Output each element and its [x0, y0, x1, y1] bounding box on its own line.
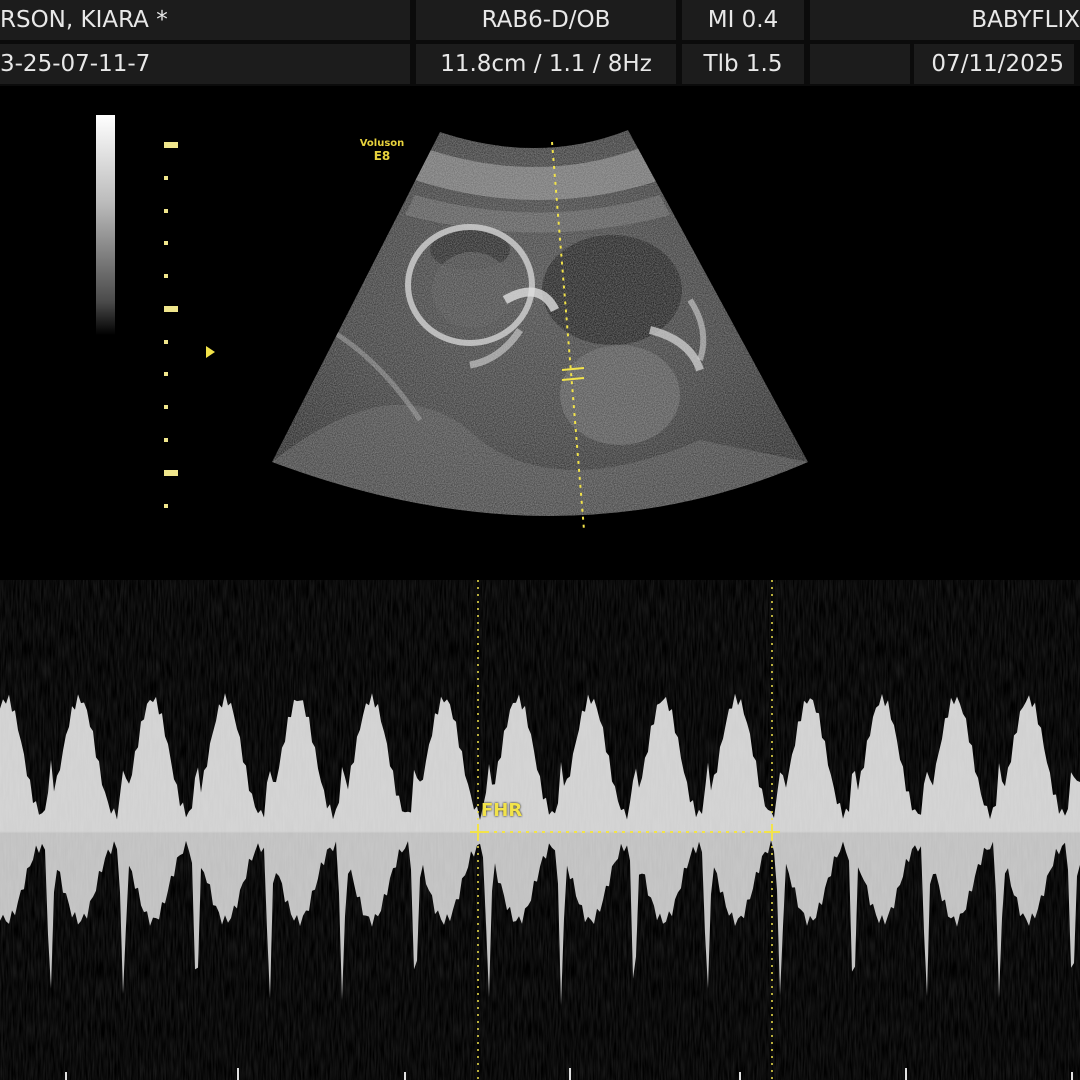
doppler-noise	[0, 580, 1080, 1080]
doppler-spectrum	[0, 580, 1080, 1080]
fhr-measurement-label: FHR	[481, 800, 523, 821]
ultrasound-sector-image	[272, 130, 808, 531]
